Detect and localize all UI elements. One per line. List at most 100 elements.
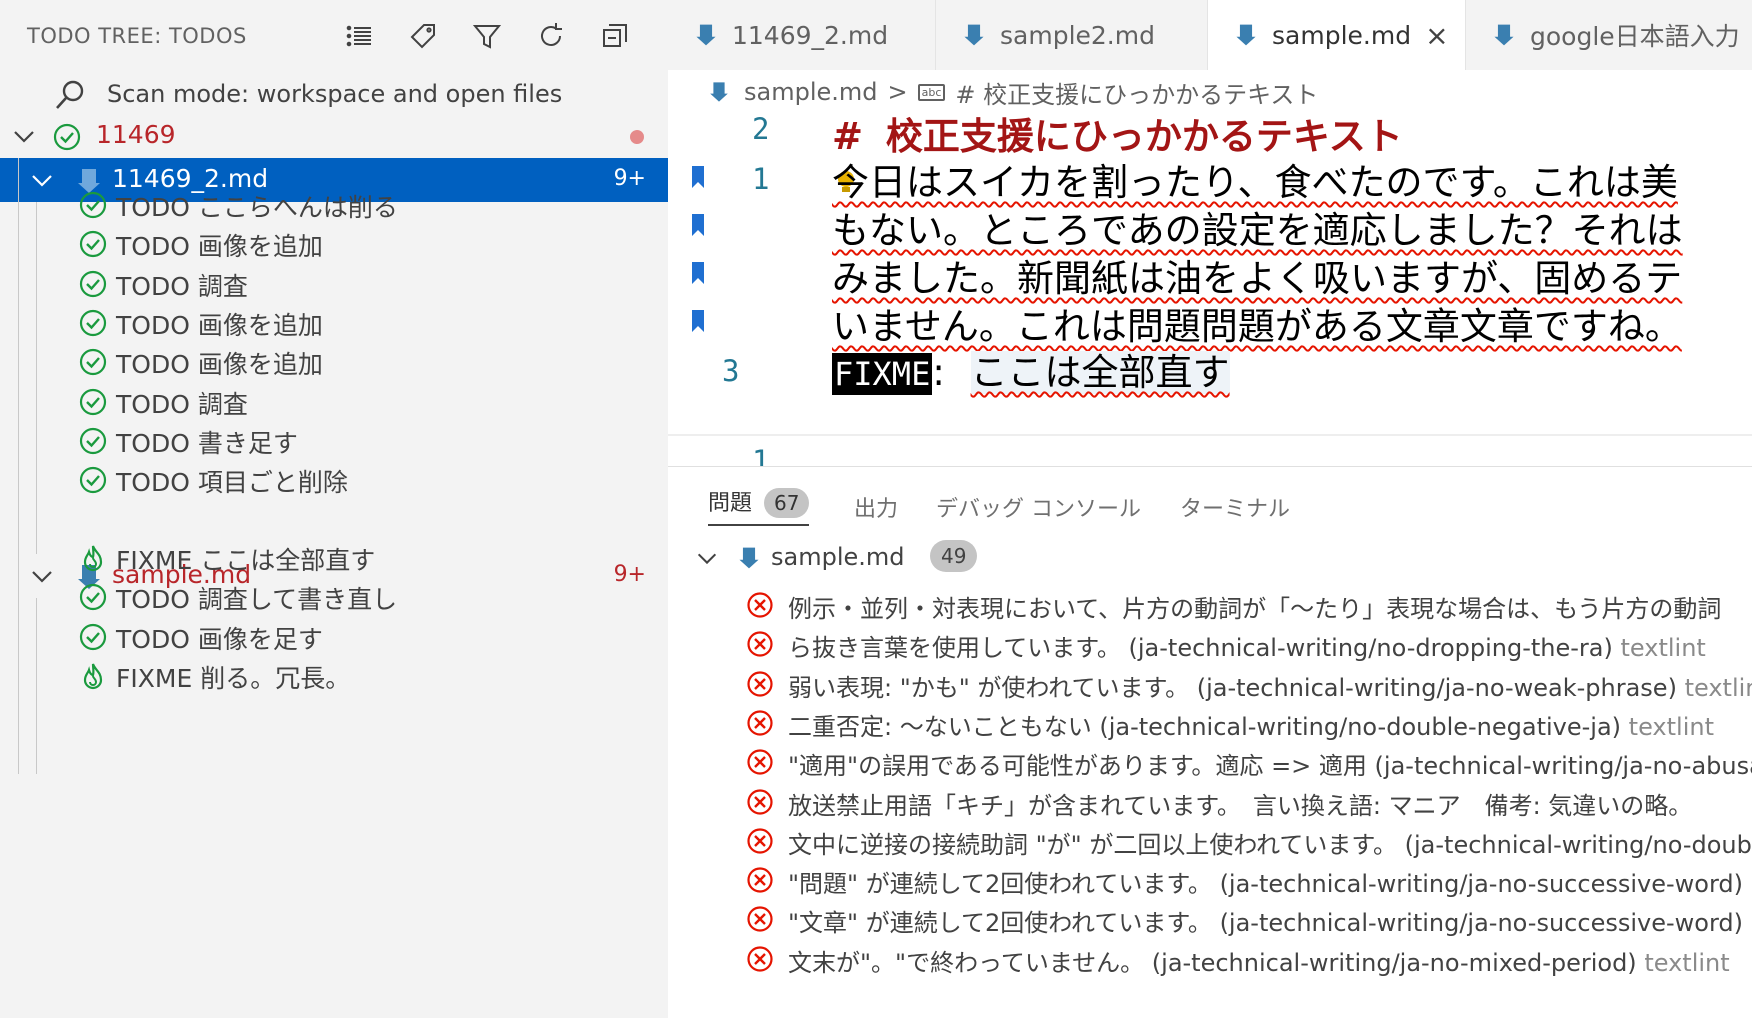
problem-row[interactable]: "適用"の誤用である可能性があります。適応 => 適用 (ja-technica… <box>668 740 1752 784</box>
search-icon <box>56 80 84 109</box>
tab-label: sample2.md <box>1000 20 1155 50</box>
problems-file-group[interactable]: sample.md 49 <box>668 537 1752 581</box>
todo-item[interactable]: TODO 画像を足す <box>0 614 668 658</box>
flame-icon <box>83 663 103 689</box>
check-circle-icon <box>79 623 107 650</box>
breadcrumb-separator: > <box>887 78 908 106</box>
problem-text: 文末が"。"で終わっていません。 (ja-technical-writing/j… <box>788 948 1637 977</box>
breadcrumb-file[interactable]: sample.md <box>744 78 878 106</box>
problem-row[interactable]: 放送禁止用語「キチ」が含まれています。 言い換え語: マニア 備考: 気違いの略… <box>668 780 1752 824</box>
scan-mode-row[interactable]: Scan mode: workspace and open files <box>0 72 668 114</box>
todo-item[interactable]: TODO 調査して書き直し <box>0 574 668 618</box>
todo-item[interactable]: TODO 項目ごと削除 <box>0 457 668 501</box>
tab-debug-console[interactable]: デバッグ コンソール <box>936 491 1141 523</box>
line-number: 2 <box>752 114 770 146</box>
tab-google-ime[interactable]: google日本語入力 <box>1466 0 1752 70</box>
tab-terminal[interactable]: ターミナル <box>1180 491 1290 523</box>
todo-item[interactable]: TODO 画像を追加 <box>0 339 668 383</box>
error-icon <box>747 946 773 972</box>
todo-item-label: TODO 調査 <box>116 271 248 301</box>
todo-item[interactable]: TODO 調査 <box>0 379 668 423</box>
editor-area[interactable]: 2 # 校正支援にひっかかるテキスト 1 今日はスイカを割ったり、食べたのです。… <box>668 114 1752 466</box>
folder-label: 11469 <box>96 120 176 149</box>
markdown-file-icon <box>696 24 716 46</box>
tab-label: 問題 <box>708 491 753 516</box>
sidebar-header: TODO TREE: TODOS <box>0 0 668 70</box>
todo-item[interactable]: TODO 書き足す <box>0 418 668 462</box>
problem-text: 二重否定: 〜ないこともない (ja-technical-writing/no-… <box>788 712 1622 741</box>
check-circle-icon <box>79 231 107 258</box>
problem-text: 放送禁止用語「キチ」が含まれています。 言い換え語: マニア 備考: 気違いの略… <box>788 791 1693 820</box>
check-circle-icon <box>79 191 107 219</box>
collapse-all-icon[interactable] <box>596 18 634 54</box>
problem-text: 文中に逆接の接続助詞 "が" が二回以上使われています。 (ja-technic… <box>788 830 1752 859</box>
problem-row[interactable]: 文中に逆接の接続助詞 "が" が二回以上使われています。 (ja-technic… <box>668 819 1752 863</box>
fixme-colon: : <box>932 351 945 394</box>
tree-folder-11469[interactable]: 11469 <box>0 114 668 158</box>
todo-item[interactable]: TODO 画像を追加 <box>0 300 668 344</box>
check-circle-icon <box>79 309 107 336</box>
sidebar-title: TODO TREE: TODOS <box>27 24 247 48</box>
problems-file-name: sample.md <box>771 543 905 571</box>
bookmark-icon <box>692 262 704 284</box>
todo-item[interactable]: TODO 画像を追加 <box>0 221 668 265</box>
line-number: 3 <box>722 354 740 388</box>
tag-icon[interactable] <box>404 18 442 54</box>
tab-output[interactable]: 出力 <box>854 491 898 523</box>
tab-sample2[interactable]: sample2.md <box>936 0 1208 70</box>
problem-row[interactable]: 弱い表現: "かも" が使われています。 (ja-technical-writi… <box>668 662 1752 706</box>
filter-icon[interactable] <box>468 18 506 54</box>
chevron-down-icon <box>697 553 717 565</box>
error-icon <box>747 592 773 618</box>
paragraph-line: みました。新聞紙は油をよく吸いますが、固めるテ <box>832 257 1683 300</box>
bookmark-icon <box>692 214 704 236</box>
problem-message: "文章" が連続して2回使われています。 (ja-technical-writi… <box>788 903 1743 938</box>
todo-item-label: TODO 画像を追加 <box>116 232 323 262</box>
line-number: 1 <box>752 444 770 466</box>
problem-row[interactable]: ら抜き言葉を使用しています。 (ja-technical-writing/no-… <box>668 622 1752 666</box>
error-icon <box>747 906 773 932</box>
error-icon <box>747 710 773 736</box>
problem-row[interactable]: 二重否定: 〜ないこともない (ja-technical-writing/no-… <box>668 701 1752 745</box>
problem-row[interactable]: "問題" が連続して2回使われています。 (ja-technical-writi… <box>668 858 1752 902</box>
problem-message: 文中に逆接の接続助詞 "が" が二回以上使われています。 (ja-technic… <box>788 825 1752 860</box>
tab-11469-2[interactable]: 11469_2.md <box>668 0 936 70</box>
todo-item-label: TODO 画像を追加 <box>116 350 323 380</box>
refresh-icon[interactable] <box>532 18 570 54</box>
todo-item-label: TODO 画像を追加 <box>116 310 323 340</box>
problem-message: 弱い表現: "かも" が使われています。 (ja-technical-writi… <box>788 668 1752 703</box>
problem-message: "問題" が連続して2回使われています。 (ja-technical-writi… <box>788 864 1743 899</box>
todo-item[interactable]: FIXME 削る。冗長。 <box>0 653 668 697</box>
paragraph-line: もない。ところであの設定を適応しました？それは <box>832 209 1683 252</box>
todo-item[interactable]: TODO ここらへんは削る <box>0 182 668 226</box>
todo-item-label: TODO 調査 <box>116 389 248 419</box>
todo-item-label: TODO 画像を足す <box>116 624 323 654</box>
close-icon[interactable]: × <box>1425 19 1448 52</box>
breadcrumb-section[interactable]: # 校正支援にひっかかるテキスト <box>955 75 1318 110</box>
tab-label: google日本語入力 <box>1530 22 1740 51</box>
list-icon[interactable] <box>340 18 378 54</box>
problem-message: 例示・並列・対表現において、片方の動詞が「〜たり」表現な場合は、もう片方の動詞 <box>788 589 1721 624</box>
problem-message: "適用"の誤用である可能性があります。適応 => 適用 (ja-technica… <box>788 746 1752 781</box>
bookmark-icon <box>692 166 704 188</box>
bookmark-icon <box>692 310 704 332</box>
problem-row[interactable]: "文章" が連続して2回使われています。 (ja-technical-writi… <box>668 897 1752 941</box>
fixme-line: FIXME: ここは全部直す <box>832 342 1230 396</box>
markdown-file-icon <box>1236 24 1256 46</box>
todo-item[interactable]: TODO 調査 <box>0 261 668 305</box>
problem-source: textlint <box>1684 673 1752 702</box>
problem-source: textlint <box>1644 948 1730 977</box>
problem-row[interactable]: 文末が"。"で終わっていません。 (ja-technical-writing/j… <box>668 937 1752 981</box>
tab-sample[interactable]: sample.md × <box>1208 0 1466 70</box>
todo-item[interactable]: FIXME ここは全部直す <box>0 535 668 579</box>
markdown-file-icon <box>1494 24 1514 46</box>
editor-tabs: 11469_2.md sample2.md sample.md × google… <box>668 0 1752 70</box>
problem-row[interactable]: 例示・並列・対表現において、片方の動詞が「〜たり」表現な場合は、もう片方の動詞 <box>668 583 1752 627</box>
check-circle-icon <box>79 427 107 454</box>
chevron-down-icon <box>14 131 34 143</box>
check-circle-icon <box>79 584 107 611</box>
bottom-panel: 問題 67 出力 デバッグ コンソール ターミナル sample.md 49 例示… <box>668 466 1752 1018</box>
todo-item-label: TODO 項目ごと削除 <box>116 468 348 498</box>
tab-problems[interactable]: 問題 67 <box>708 485 810 526</box>
check-circle-icon <box>79 349 107 376</box>
